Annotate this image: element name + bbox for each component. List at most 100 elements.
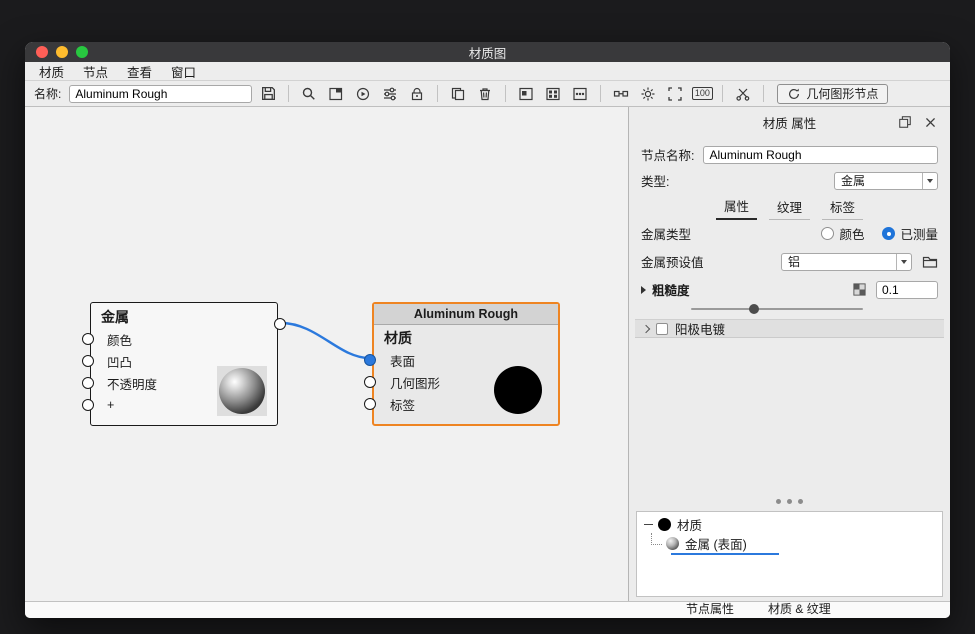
metal-node[interactable]: 金属 颜色 凹凸 不透明度 + <box>90 302 278 426</box>
tab-properties[interactable]: 属性 <box>716 195 757 220</box>
surface-input-port[interactable] <box>364 354 376 366</box>
material-node-subtitle: 材质 <box>374 325 558 349</box>
radio-measured[interactable]: 已测量 <box>882 224 938 243</box>
metal-preview-thumbnail <box>217 366 267 416</box>
metal-sphere-icon <box>666 537 679 550</box>
collapse-arrow-icon[interactable] <box>641 286 646 294</box>
opacity-input-port[interactable] <box>82 377 94 389</box>
zoom-window-button[interactable] <box>76 46 88 58</box>
menu-node[interactable]: 节点 <box>83 62 108 81</box>
highlight-node-icon[interactable] <box>637 84 659 104</box>
folder-icon[interactable] <box>922 254 938 269</box>
radio-measured-label: 已测量 <box>900 224 938 243</box>
add-material-node-icon[interactable] <box>515 84 537 104</box>
render-preview-icon[interactable] <box>352 84 374 104</box>
roughness-label: 粗糙度 <box>652 280 690 299</box>
dropdown-arrow-icon <box>922 173 937 189</box>
preview-panel-icon[interactable] <box>325 84 347 104</box>
tab-textures[interactable]: 纹理 <box>769 196 810 220</box>
port-label: 不透明度 <box>107 374 157 393</box>
preset-dropdown[interactable]: 铝 <box>781 253 912 271</box>
anodized-section[interactable]: 阳极电镀 <box>635 319 944 338</box>
material-name-input[interactable] <box>69 85 252 103</box>
port-label: 表面 <box>390 351 415 370</box>
tab-labels[interactable]: 标签 <box>822 196 863 220</box>
link-nodes-icon[interactable] <box>610 84 632 104</box>
type-dropdown[interactable]: 金属 <box>834 172 938 190</box>
roughness-value-input[interactable] <box>876 281 938 299</box>
titlebar[interactable]: 材质图 <box>25 42 950 62</box>
cut-connection-icon[interactable] <box>732 84 754 104</box>
type-dropdown-value: 金属 <box>835 172 922 189</box>
dropdown-arrow-icon <box>896 254 911 270</box>
roughness-row: 粗糙度 <box>641 280 938 299</box>
separator <box>437 85 438 102</box>
copy-icon[interactable] <box>447 84 469 104</box>
settings-sliders-icon[interactable] <box>379 84 401 104</box>
name-label: 名称: <box>34 85 61 102</box>
menu-window[interactable]: 窗口 <box>171 62 196 81</box>
add-texture-nodes-icon[interactable] <box>542 84 564 104</box>
roughness-slider[interactable] <box>691 304 863 314</box>
anodized-label: 阳极电镀 <box>675 319 725 338</box>
minimize-window-button[interactable] <box>56 46 68 58</box>
bump-input-port[interactable] <box>82 355 94 367</box>
menu-view[interactable]: 查看 <box>127 62 152 81</box>
texture-map-icon[interactable] <box>852 282 867 297</box>
add-input-port[interactable] <box>82 399 94 411</box>
label-input-port[interactable] <box>364 398 376 410</box>
close-window-button[interactable] <box>36 46 48 58</box>
tree-selection-underline <box>671 553 779 555</box>
content: 金属 颜色 凹凸 不透明度 + <box>25 107 950 601</box>
metal-sphere-preview <box>219 368 265 414</box>
connection-wire[interactable] <box>281 323 369 358</box>
material-graph-window: 材质图 材质 节点 查看 窗口 名称: <box>25 42 950 618</box>
save-icon[interactable] <box>257 84 279 104</box>
tab-materials-textures[interactable]: 材质 & 纹理 <box>765 600 834 618</box>
metal-node-title: 金属 <box>91 303 277 328</box>
delete-icon[interactable] <box>474 84 496 104</box>
slider-knob[interactable] <box>749 304 759 314</box>
tree-collapse-icon[interactable] <box>644 524 653 526</box>
geometry-input-port[interactable] <box>364 376 376 388</box>
material-root-node[interactable]: Aluminum Rough 材质 表面 几何图形 标签 <box>372 302 560 426</box>
zoom-100-icon[interactable]: 100 <box>691 84 713 104</box>
radio-color[interactable]: 颜色 <box>821 224 864 243</box>
add-utility-nodes-icon[interactable] <box>569 84 591 104</box>
port-label: 标签 <box>390 395 415 414</box>
undock-panel-icon[interactable] <box>897 115 913 130</box>
material-properties-panel: 材质 属性 节点名称: 类型: 金属 <box>628 107 950 601</box>
zoom-fit-icon[interactable] <box>664 84 686 104</box>
type-row: 类型: 金属 <box>641 171 938 190</box>
panel-splitter-handle[interactable] <box>629 499 950 504</box>
lock-icon[interactable] <box>406 84 428 104</box>
material-tree: 材质 金属 (表面) <box>636 511 943 597</box>
type-label: 类型: <box>641 171 669 190</box>
node-name-input[interactable] <box>703 146 938 164</box>
traffic-lights <box>36 46 88 58</box>
tree-child-row[interactable]: 金属 (表面) <box>637 534 942 553</box>
metal-type-label: 金属类型 <box>641 224 691 243</box>
radio-color-icon <box>821 227 834 240</box>
geometry-node-button[interactable]: 几何图形节点 <box>777 84 888 104</box>
search-icon[interactable] <box>298 84 320 104</box>
node-name-row: 节点名称: <box>641 145 938 164</box>
panel-title: 材质 属性 <box>641 113 938 132</box>
refresh-icon <box>787 87 801 101</box>
geometry-node-button-label: 几何图形节点 <box>806 85 878 102</box>
tree-child-label: 金属 (表面) <box>685 534 747 553</box>
metal-output-port[interactable] <box>274 318 286 330</box>
tab-node-properties[interactable]: 节点属性 <box>683 600 737 618</box>
separator <box>722 85 723 102</box>
close-panel-icon[interactable] <box>922 115 938 130</box>
port-row: 颜色 <box>91 328 277 350</box>
node-graph-canvas[interactable]: 金属 颜色 凹凸 不透明度 + <box>25 107 628 601</box>
chevron-right-icon <box>642 324 650 332</box>
tree-root-row[interactable]: 材质 <box>637 515 942 534</box>
preset-label: 金属预设值 <box>641 252 704 271</box>
menu-material[interactable]: 材质 <box>39 62 64 81</box>
anodized-checkbox[interactable] <box>656 323 668 335</box>
color-input-port[interactable] <box>82 333 94 345</box>
preset-dropdown-value: 铝 <box>782 253 896 270</box>
material-ball-icon <box>658 518 671 531</box>
